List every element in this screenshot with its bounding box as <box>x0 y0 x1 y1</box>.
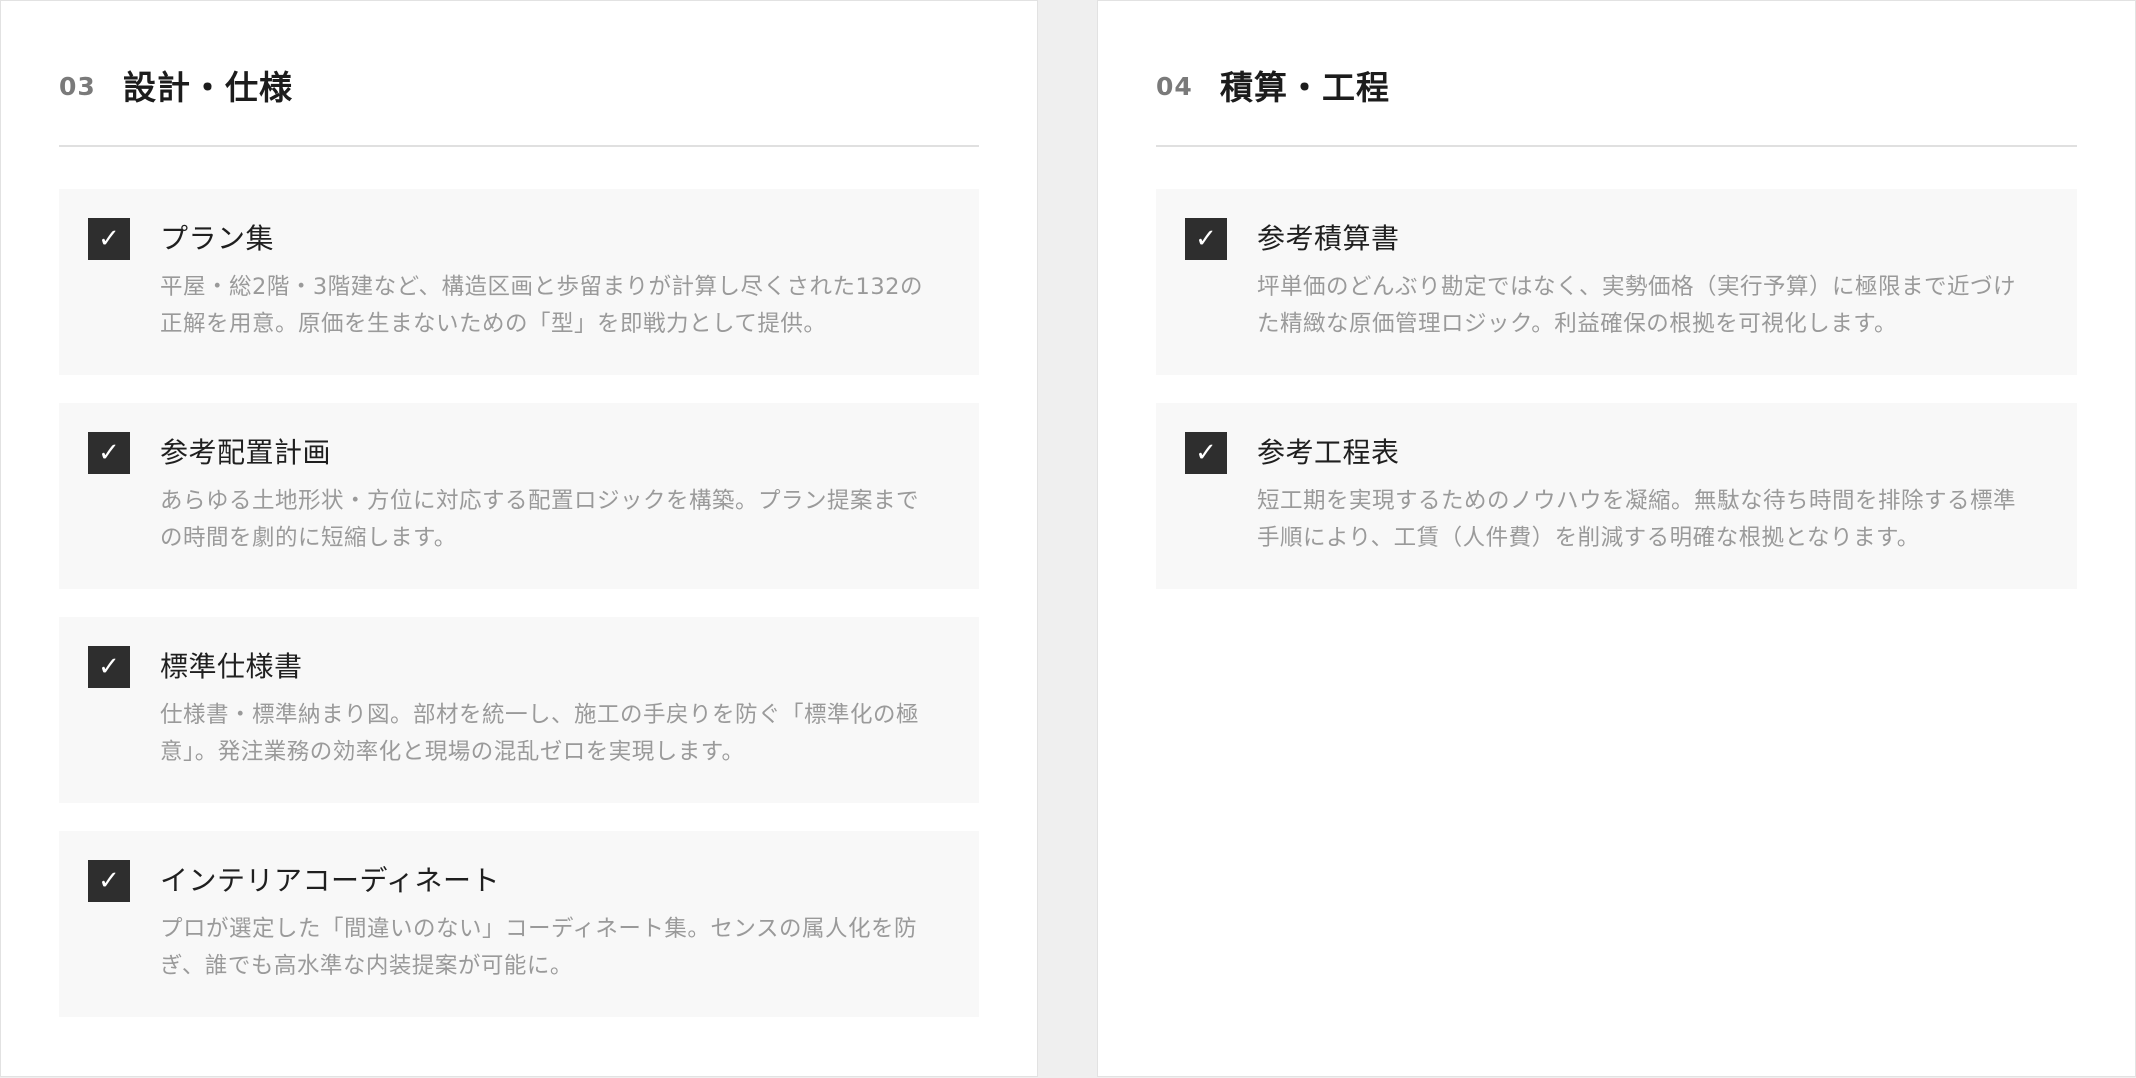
item-description: 短工期を実現するためのノウハウを凝縮。無駄な待ち時間を排除する標準手順により、工… <box>1257 488 2017 551</box>
checkbox-checked-icon[interactable]: ✓ <box>88 432 130 474</box>
section-header: 03 設計・仕様 <box>59 1 979 147</box>
item-description: 仕様書・標準納まり図。部材を統一し、施工の手戻りを防ぐ「標準化の極意」。発注業務… <box>160 702 920 765</box>
item-title: 参考配置計画 <box>160 436 332 469</box>
checkbox-checked-icon[interactable]: ✓ <box>1185 218 1227 260</box>
checklist: ✓ プラン集 平屋・総2階・3階建など、構造区画と歩留まりが計算し尽くされた13… <box>59 189 979 1017</box>
checklist-item-site-layout-plan: ✓ 参考配置計画 あらゆる土地形状・方位に対応する配置ロジックを構築。プラン提案… <box>59 403 979 589</box>
section-number: 03 <box>59 72 96 101</box>
checkbox-checked-icon[interactable]: ✓ <box>1185 432 1227 474</box>
item-title: 標準仕様書 <box>160 650 303 683</box>
checkbox-checked-icon[interactable]: ✓ <box>88 860 130 902</box>
section-title: 設計・仕様 <box>123 68 293 107</box>
checklist-item-reference-schedule: ✓ 参考工程表 短工期を実現するためのノウハウを凝縮。無駄な待ち時間を排除する標… <box>1156 403 2077 589</box>
checklist-item-reference-estimate: ✓ 参考積算書 坪単価のどんぶり勘定ではなく、実勢価格（実行予算）に極限まで近づ… <box>1156 189 2077 375</box>
checkbox-checked-icon[interactable]: ✓ <box>88 646 130 688</box>
section-design-spec: 03 設計・仕様 ✓ プラン集 平屋・総2階・3階建など、構造区画と歩留まりが計… <box>0 0 1038 1077</box>
section-number: 04 <box>1156 72 1193 101</box>
item-description: プロが選定した「間違いのない」コーディネート集。センスの属人化を防ぎ、誰でも高水… <box>160 916 917 979</box>
section-estimate-schedule: 04 積算・工程 ✓ 参考積算書 坪単価のどんぶり勘定ではなく、実勢価格（実行予… <box>1097 0 2136 1077</box>
item-title: プラン集 <box>160 222 275 255</box>
checklist-item-plan-collection: ✓ プラン集 平屋・総2階・3階建など、構造区画と歩留まりが計算し尽くされた13… <box>59 189 979 375</box>
checklist-item-standard-spec: ✓ 標準仕様書 仕様書・標準納まり図。部材を統一し、施工の手戻りを防ぐ「標準化の… <box>59 617 979 803</box>
item-description: 坪単価のどんぶり勘定ではなく、実勢価格（実行予算）に極限まで近づけた精緻な原価管… <box>1257 274 2017 337</box>
checklist-item-interior-coordinate: ✓ インテリアコーディネート プロが選定した「間違いのない」コーディネート集。セ… <box>59 831 979 1017</box>
item-description: 平屋・総2階・3階建など、構造区画と歩留まりが計算し尽くされた132の正解を用意… <box>160 274 923 337</box>
checkbox-checked-icon[interactable]: ✓ <box>88 218 130 260</box>
page: 03 設計・仕様 ✓ プラン集 平屋・総2階・3階建など、構造区画と歩留まりが計… <box>0 0 2136 1078</box>
checklist: ✓ 参考積算書 坪単価のどんぶり勘定ではなく、実勢価格（実行予算）に極限まで近づ… <box>1156 189 2077 589</box>
section-header: 04 積算・工程 <box>1156 1 2077 147</box>
item-title: 参考積算書 <box>1257 222 1400 255</box>
section-title: 積算・工程 <box>1220 68 1390 107</box>
item-description: あらゆる土地形状・方位に対応する配置ロジックを構築。プラン提案までの時間を劇的に… <box>160 488 920 551</box>
item-title: インテリアコーディネート <box>160 864 501 897</box>
item-title: 参考工程表 <box>1257 436 1400 469</box>
